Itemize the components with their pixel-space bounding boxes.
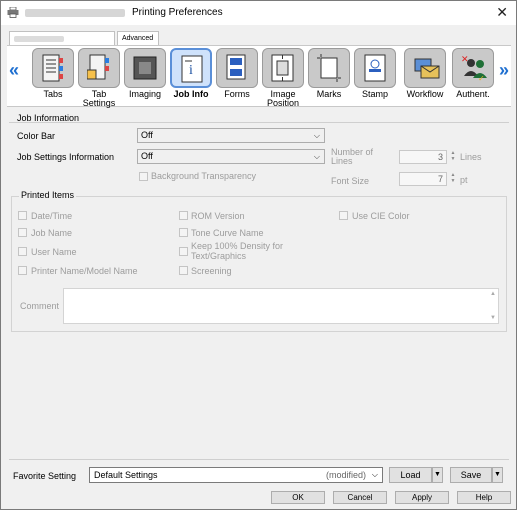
date-time-checkbox[interactable] bbox=[18, 211, 27, 220]
icon-stamp[interactable]: Stamp bbox=[353, 48, 397, 99]
icon-tabs[interactable]: Tabs bbox=[31, 48, 75, 99]
lines-unit: Lines bbox=[460, 152, 482, 162]
icon-marks[interactable]: Marks bbox=[307, 48, 351, 99]
font-size-input[interactable]: 7 bbox=[399, 172, 447, 186]
feature-icon-bar: « Tabs Tab Settings Imaging i Job Info F… bbox=[7, 45, 511, 108]
comment-label: Comment bbox=[20, 301, 60, 311]
scroll-up-icon: ▲ bbox=[490, 291, 496, 297]
tab-basic[interactable] bbox=[9, 31, 115, 45]
marks-icon bbox=[308, 48, 350, 88]
rom-version-checkbox[interactable] bbox=[179, 211, 188, 220]
icon-label: Tabs bbox=[43, 89, 63, 99]
icon-label: Workflow bbox=[406, 89, 444, 99]
save-dropdown-icon[interactable]: ▼ bbox=[492, 467, 503, 483]
svg-text:✓: ✓ bbox=[478, 74, 485, 82]
window-title: Printing Preferences bbox=[132, 7, 223, 18]
icon-authentication[interactable]: ✕ ✓ Authent. bbox=[451, 48, 495, 99]
icon-label: Forms bbox=[224, 89, 250, 99]
font-size-spinner[interactable]: ▲ ▼ bbox=[449, 172, 457, 186]
svg-text:i: i bbox=[189, 63, 193, 78]
printer-icon bbox=[7, 7, 19, 18]
screening-label: Screening bbox=[191, 266, 232, 276]
ok-button[interactable]: OK bbox=[271, 491, 325, 504]
scroll-right-icon[interactable]: » bbox=[499, 60, 509, 81]
icon-label: Imaging bbox=[128, 89, 162, 99]
printed-items-title: Printed Items bbox=[19, 190, 77, 200]
image-position-icon bbox=[262, 48, 304, 88]
load-button[interactable]: Load bbox=[389, 467, 432, 483]
date-time-label: Date/Time bbox=[31, 211, 73, 221]
icon-label: Stamp bbox=[361, 89, 388, 99]
icon-label: Authent. bbox=[456, 89, 490, 99]
authentication-icon: ✕ ✓ bbox=[452, 48, 494, 88]
close-icon[interactable]: ✕ bbox=[496, 4, 508, 20]
chevron-down-icon: ⌵ bbox=[313, 152, 320, 161]
apply-button[interactable]: Apply bbox=[395, 491, 449, 504]
workflow-icon bbox=[404, 48, 446, 88]
color-bar-label: Color Bar bbox=[17, 131, 56, 141]
icon-label: Job Info bbox=[173, 89, 209, 99]
keep-density-checkbox[interactable] bbox=[179, 247, 188, 256]
job-info-icon: i bbox=[170, 48, 212, 88]
background-transparency-checkbox[interactable] bbox=[139, 172, 148, 181]
tone-curve-checkbox[interactable] bbox=[179, 228, 188, 237]
use-cie-color-label: Use CIE Color bbox=[352, 211, 410, 221]
forms-icon bbox=[216, 48, 258, 88]
job-name-label: Job Name bbox=[31, 228, 73, 238]
printer-name-checkbox[interactable] bbox=[18, 266, 27, 275]
icon-tab-settings[interactable]: Tab Settings bbox=[77, 48, 121, 108]
rom-version-label: ROM Version bbox=[191, 211, 245, 221]
printer-name-redacted bbox=[25, 9, 125, 17]
printing-preferences-window: Printing Preferences ✕ Advanced « Tabs T… bbox=[0, 0, 517, 510]
background-transparency-label: Background Transparency bbox=[151, 171, 257, 181]
number-of-lines-spinner[interactable]: ▲ ▼ bbox=[449, 150, 457, 164]
job-settings-select[interactable]: Off ⌵ bbox=[137, 149, 325, 164]
use-cie-color-checkbox[interactable] bbox=[339, 211, 348, 220]
printer-name-label: Printer Name/Model Name bbox=[31, 266, 138, 276]
comment-textarea[interactable]: ▲ ▼ bbox=[63, 288, 499, 324]
icon-forms[interactable]: Forms bbox=[215, 48, 259, 99]
favorite-setting-select[interactable]: Default Settings (modified) ⌵ bbox=[89, 467, 383, 483]
scroll-down-icon: ▼ bbox=[490, 315, 496, 321]
icon-label: Tab Settings bbox=[82, 89, 116, 108]
tab-advanced[interactable]: Advanced bbox=[117, 31, 159, 45]
number-of-lines-label: Number of Lines bbox=[331, 147, 374, 166]
svg-text:✕: ✕ bbox=[461, 54, 469, 64]
imaging-icon bbox=[124, 48, 166, 88]
icon-label: Image Position bbox=[266, 89, 300, 108]
font-size-unit: pt bbox=[460, 175, 468, 185]
job-settings-label: Job Settings Information bbox=[17, 152, 115, 162]
tab-settings-icon bbox=[78, 48, 120, 88]
chevron-down-icon: ⌵ bbox=[371, 470, 378, 479]
section-divider bbox=[9, 122, 509, 123]
icon-imaging[interactable]: Imaging bbox=[123, 48, 167, 99]
font-size-label: Font Size bbox=[331, 176, 370, 186]
user-name-label: User Name bbox=[31, 247, 77, 257]
stamp-icon bbox=[354, 48, 396, 88]
icon-image-position[interactable]: Image Position bbox=[261, 48, 305, 108]
icon-label: Marks bbox=[316, 89, 342, 99]
title-bar: Printing Preferences ✕ bbox=[1, 1, 516, 25]
modified-indicator: (modified) bbox=[325, 470, 366, 480]
number-of-lines-input[interactable]: 3 bbox=[399, 150, 447, 164]
scroll-left-icon[interactable]: « bbox=[9, 60, 19, 81]
cancel-button[interactable]: Cancel bbox=[333, 491, 387, 504]
save-button[interactable]: Save bbox=[450, 467, 492, 483]
tone-curve-label: Tone Curve Name bbox=[191, 228, 264, 238]
help-button[interactable]: Help bbox=[457, 491, 511, 504]
color-bar-select[interactable]: Off ⌵ bbox=[137, 128, 325, 143]
favorite-setting-label: Favorite Setting bbox=[13, 471, 77, 481]
chevron-down-icon: ⌵ bbox=[313, 131, 320, 140]
keep-density-label: Keep 100% Density for Text/Graphics bbox=[191, 241, 284, 261]
user-name-checkbox[interactable] bbox=[18, 247, 27, 256]
screening-checkbox[interactable] bbox=[179, 266, 188, 275]
load-dropdown-icon[interactable]: ▼ bbox=[432, 467, 443, 483]
job-name-checkbox[interactable] bbox=[18, 228, 27, 237]
footer-divider bbox=[9, 459, 509, 460]
icon-job-info[interactable]: i Job Info bbox=[169, 48, 213, 99]
binder-tabs-icon bbox=[32, 48, 74, 88]
icon-workflow[interactable]: Workflow bbox=[403, 48, 447, 99]
